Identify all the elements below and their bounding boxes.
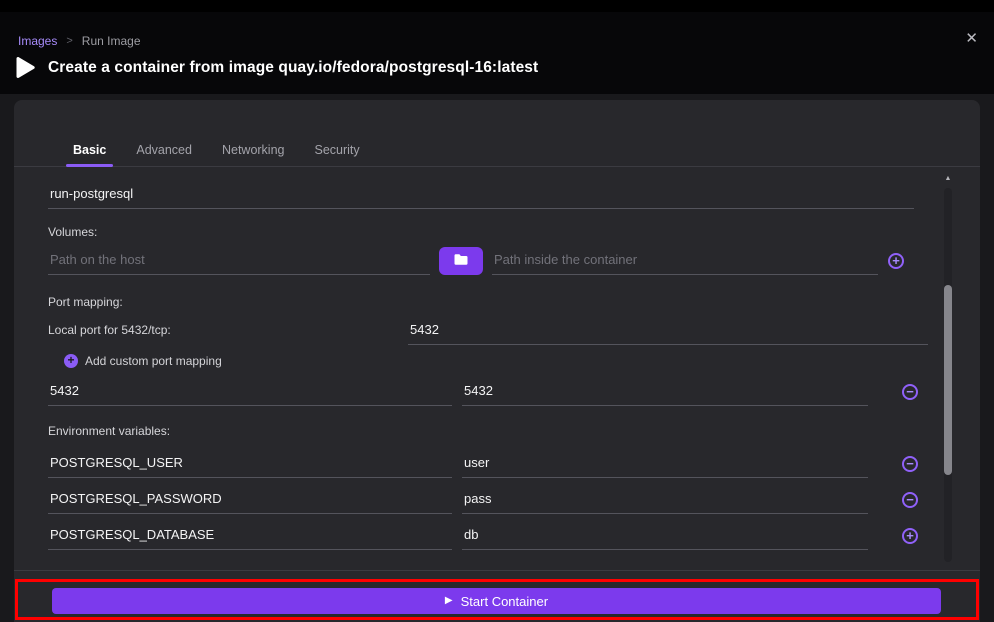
vertical-scrollbar[interactable]: ▲ (942, 172, 954, 566)
plus-icon: + (906, 529, 914, 542)
minus-icon: − (906, 385, 914, 398)
env-value-input[interactable] (462, 450, 868, 478)
add-custom-port-mapping-button[interactable]: + Add custom port mapping (64, 354, 222, 368)
env-value-input[interactable] (462, 486, 868, 514)
custom-port-row: − (48, 378, 928, 406)
page-title: Create a container from image quay.io/fe… (48, 59, 538, 77)
tab-networking[interactable]: Networking (207, 134, 300, 166)
port-mapping-label: Port mapping: (48, 295, 926, 309)
tab-basic-label: Basic (73, 143, 106, 157)
env-value-input[interactable] (462, 522, 868, 550)
window-titlebar (0, 0, 994, 12)
plus-icon: + (892, 254, 900, 267)
remove-port-mapping-button[interactable]: − (902, 384, 918, 400)
scroll-up-icon[interactable]: ▲ (942, 172, 954, 184)
remove-env-button[interactable]: − (902, 456, 918, 472)
tab-networking-label: Networking (222, 143, 285, 157)
breadcrumb-images-link[interactable]: Images (18, 34, 57, 48)
env-name-input[interactable] (48, 522, 452, 550)
add-custom-port-mapping-label: Add custom port mapping (85, 354, 222, 368)
plus-circle-icon: + (64, 354, 78, 368)
local-port-label: Local port for 5432/tcp: (48, 323, 408, 345)
breadcrumb-separator-icon: > (66, 35, 72, 47)
page-header: Images > Run Image ✕ Create a container … (0, 12, 994, 94)
tab-security[interactable]: Security (300, 134, 375, 166)
container-name-input[interactable] (48, 181, 914, 209)
volume-row: + (48, 247, 914, 275)
close-icon: ✕ (965, 30, 978, 47)
volumes-label: Volumes: (48, 225, 926, 239)
custom-port-container-input[interactable] (462, 378, 868, 406)
volume-container-path-input[interactable] (492, 247, 878, 275)
form-card: Basic Advanced Networking Security Volum… (14, 100, 980, 622)
folder-icon (453, 253, 469, 269)
env-variables-label: Environment variables: (48, 424, 926, 438)
play-icon: ▶ (445, 596, 453, 606)
minus-icon: − (906, 493, 914, 506)
breadcrumb-current: Run Image (82, 34, 141, 48)
start-container-button[interactable]: ▶ Start Container (52, 588, 941, 614)
scrollbar-thumb[interactable] (944, 285, 952, 475)
remove-env-button[interactable]: − (902, 492, 918, 508)
title-row: Create a container from image quay.io/fe… (14, 56, 538, 80)
start-container-label: Start Container (461, 594, 548, 609)
tab-basic[interactable]: Basic (58, 134, 121, 166)
env-name-input[interactable] (48, 486, 452, 514)
form-content: Volumes: + Port mapping: Local po (14, 167, 926, 554)
tab-advanced-label: Advanced (136, 143, 192, 157)
run-image-page: Images > Run Image ✕ Create a container … (0, 0, 994, 622)
volume-host-path-input[interactable] (48, 247, 430, 275)
tab-security-label: Security (315, 143, 360, 157)
env-row: − (48, 482, 928, 518)
custom-port-host-input[interactable] (48, 378, 452, 406)
run-image-play-icon (14, 56, 36, 80)
close-button[interactable]: ✕ (965, 31, 978, 46)
env-row: + (48, 518, 928, 554)
browse-folder-button[interactable] (439, 247, 483, 275)
tab-advanced[interactable]: Advanced (121, 134, 207, 166)
local-port-input[interactable] (408, 317, 928, 345)
env-name-input[interactable] (48, 450, 452, 478)
tab-bar: Basic Advanced Networking Security (14, 134, 980, 167)
add-env-button[interactable]: + (902, 528, 918, 544)
local-port-row: Local port for 5432/tcp: (48, 317, 928, 345)
env-row: − (48, 446, 928, 482)
add-volume-button[interactable]: + (888, 253, 904, 269)
card-footer: ▶ Start Container (14, 570, 980, 622)
breadcrumb: Images > Run Image (18, 34, 141, 48)
form-scroll-area: Volumes: + Port mapping: Local po (14, 167, 980, 570)
minus-icon: − (906, 457, 914, 470)
